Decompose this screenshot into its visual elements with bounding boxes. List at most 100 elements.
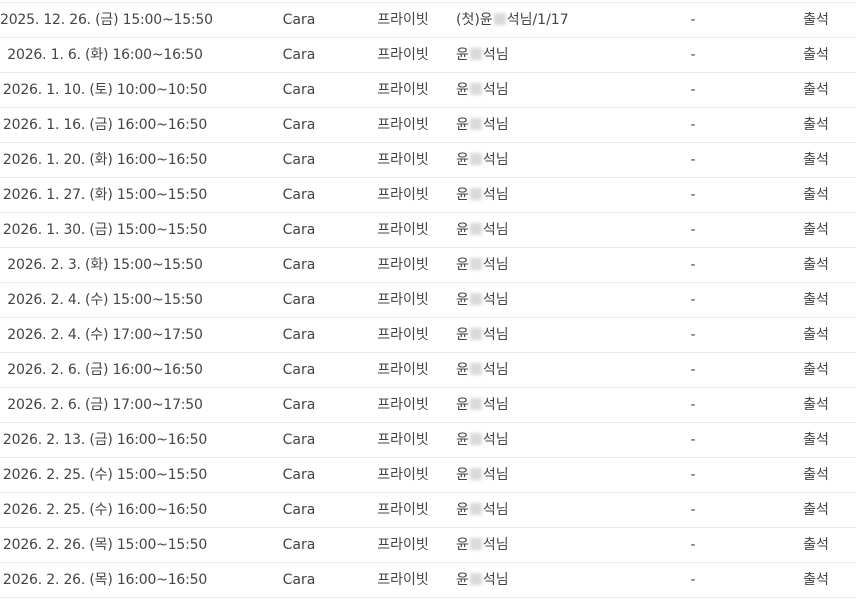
- row-date: 2026. 1. 10. (토) 10:00~10:50: [2, 82, 208, 98]
- student-name-end: 석님: [482, 327, 509, 343]
- student-name-start: 윤: [456, 257, 469, 273]
- row-student: 윤 석님: [456, 38, 656, 72]
- row-note: -: [690, 12, 696, 28]
- row-student: 윤 석님: [456, 388, 656, 422]
- row-status: 출석: [803, 502, 829, 518]
- student-name-end: 석님/1/17: [506, 12, 569, 28]
- row-note: -: [690, 152, 696, 168]
- row-note: -: [690, 362, 696, 378]
- redacted-blur: [469, 573, 482, 585]
- row-lesson-type: 프라이빗: [377, 432, 429, 448]
- row-date: 2026. 2. 4. (수) 17:00~17:50: [7, 327, 203, 343]
- row-date: 2026. 2. 25. (수) 16:00~16:50: [2, 502, 208, 518]
- student-name-end: 석님: [482, 432, 509, 448]
- row-teacher: Cara: [282, 537, 316, 553]
- row-teacher: Cara: [282, 152, 316, 168]
- row-lesson-type: 프라이빗: [377, 12, 429, 28]
- student-name-start: 윤: [456, 397, 469, 413]
- table-row: 2026. 1. 10. (토) 10:00~10:50 Cara 프라이빗 윤…: [0, 73, 856, 108]
- row-student: 윤 석님: [456, 108, 656, 142]
- row-lesson-type: 프라이빗: [377, 152, 429, 168]
- table-row: 2026. 2. 25. (수) 15:00~15:50 Cara 프라이빗 윤…: [0, 458, 856, 493]
- table-row: 2026. 2. 3. (화) 15:00~15:50 Cara 프라이빗 윤석…: [0, 248, 856, 283]
- row-date: 2026. 1. 27. (화) 15:00~15:50: [2, 187, 208, 203]
- table-row: 2026. 1. 20. (화) 16:00~16:50 Cara 프라이빗 윤…: [0, 143, 856, 178]
- row-lesson-type: 프라이빗: [377, 292, 429, 308]
- row-teacher: Cara: [282, 467, 316, 483]
- table-row: 2026. 2. 26. (목) 15:00~15:50 Cara 프라이빗 윤…: [0, 528, 856, 563]
- row-date: 2026. 2. 6. (금) 16:00~16:50: [7, 362, 203, 378]
- row-status: 출석: [803, 467, 829, 483]
- row-teacher: Cara: [282, 187, 316, 203]
- row-status: 출석: [803, 152, 829, 168]
- row-lesson-type: 프라이빗: [377, 327, 429, 343]
- student-name-end: 석님: [482, 467, 509, 483]
- student-name-start: 윤: [456, 117, 469, 133]
- redacted-blur: [469, 538, 482, 550]
- row-status: 출석: [803, 572, 829, 588]
- row-status: 출석: [803, 82, 829, 98]
- table-row: 2026. 1. 6. (화) 16:00~16:50 Cara 프라이빗 윤석…: [0, 38, 856, 73]
- row-note: -: [690, 187, 696, 203]
- row-note: -: [690, 257, 696, 273]
- row-student: 윤 석님: [456, 178, 656, 212]
- student-name-end: 석님: [482, 572, 509, 588]
- row-student: 윤 석님: [456, 353, 656, 387]
- table-row: 2026. 2. 4. (수) 17:00~17:50 Cara 프라이빗 윤석…: [0, 318, 856, 353]
- row-status: 출석: [803, 432, 829, 448]
- row-lesson-type: 프라이빗: [377, 257, 429, 273]
- student-name-end: 석님: [482, 187, 509, 203]
- row-teacher: Cara: [282, 12, 316, 28]
- row-status: 출석: [803, 222, 829, 238]
- row-note: -: [690, 502, 696, 518]
- row-date: 2026. 2. 25. (수) 15:00~15:50: [2, 467, 208, 483]
- row-student: 윤 석님: [456, 528, 656, 562]
- row-student: 윤 석님: [456, 563, 656, 597]
- row-teacher: Cara: [282, 502, 316, 518]
- student-name-start: 윤: [456, 537, 469, 553]
- redacted-blur: [469, 258, 482, 270]
- row-date: 2026. 1. 20. (화) 16:00~16:50: [2, 152, 208, 168]
- row-teacher: Cara: [282, 572, 316, 588]
- row-student: 윤 석님: [456, 493, 656, 527]
- row-note: -: [690, 47, 696, 63]
- redacted-blur: [469, 328, 482, 340]
- redacted-blur: [469, 468, 482, 480]
- student-name-start: 윤: [456, 222, 469, 238]
- row-date: 2026. 1. 6. (화) 16:00~16:50: [7, 47, 203, 63]
- redacted-blur: [469, 433, 482, 445]
- row-student: 윤 석님: [456, 283, 656, 317]
- row-date: 2026. 2. 26. (목) 16:00~16:50: [2, 572, 208, 588]
- row-status: 출석: [803, 187, 829, 203]
- row-note: -: [690, 117, 696, 133]
- table-row: 2026. 2. 6. (금) 16:00~16:50 Cara 프라이빗 윤석…: [0, 353, 856, 388]
- student-name-start: 윤: [456, 502, 469, 518]
- student-name-start: 윤: [456, 82, 469, 98]
- row-lesson-type: 프라이빗: [377, 117, 429, 133]
- student-name-end: 석님: [482, 257, 509, 273]
- row-teacher: Cara: [282, 362, 316, 378]
- row-status: 출석: [803, 117, 829, 133]
- table-row: 2026. 1. 16. (금) 16:00~16:50 Cara 프라이빗 윤…: [0, 108, 856, 143]
- student-name-end: 석님: [482, 152, 509, 168]
- row-teacher: Cara: [282, 117, 316, 133]
- redacted-blur: [469, 293, 482, 305]
- row-note: -: [690, 537, 696, 553]
- row-note: -: [690, 572, 696, 588]
- row-lesson-type: 프라이빗: [377, 572, 429, 588]
- student-name-end: 석님: [482, 222, 509, 238]
- row-date: 2025. 12. 26. (금) 15:00~15:50: [0, 12, 213, 28]
- student-name-start: 윤: [456, 467, 469, 483]
- row-note: -: [690, 432, 696, 448]
- student-name-end: 석님: [482, 537, 509, 553]
- student-name-start: (첫)윤: [456, 12, 493, 28]
- student-name-end: 석님: [482, 292, 509, 308]
- row-status: 출석: [803, 292, 829, 308]
- row-lesson-type: 프라이빗: [377, 222, 429, 238]
- row-lesson-type: 프라이빗: [377, 467, 429, 483]
- table-row: 2026. 2. 6. (금) 17:00~17:50 Cara 프라이빗 윤석…: [0, 388, 856, 423]
- redacted-blur: [469, 83, 482, 95]
- row-teacher: Cara: [282, 397, 316, 413]
- student-name-end: 석님: [482, 82, 509, 98]
- row-date: 2026. 2. 6. (금) 17:00~17:50: [7, 397, 203, 413]
